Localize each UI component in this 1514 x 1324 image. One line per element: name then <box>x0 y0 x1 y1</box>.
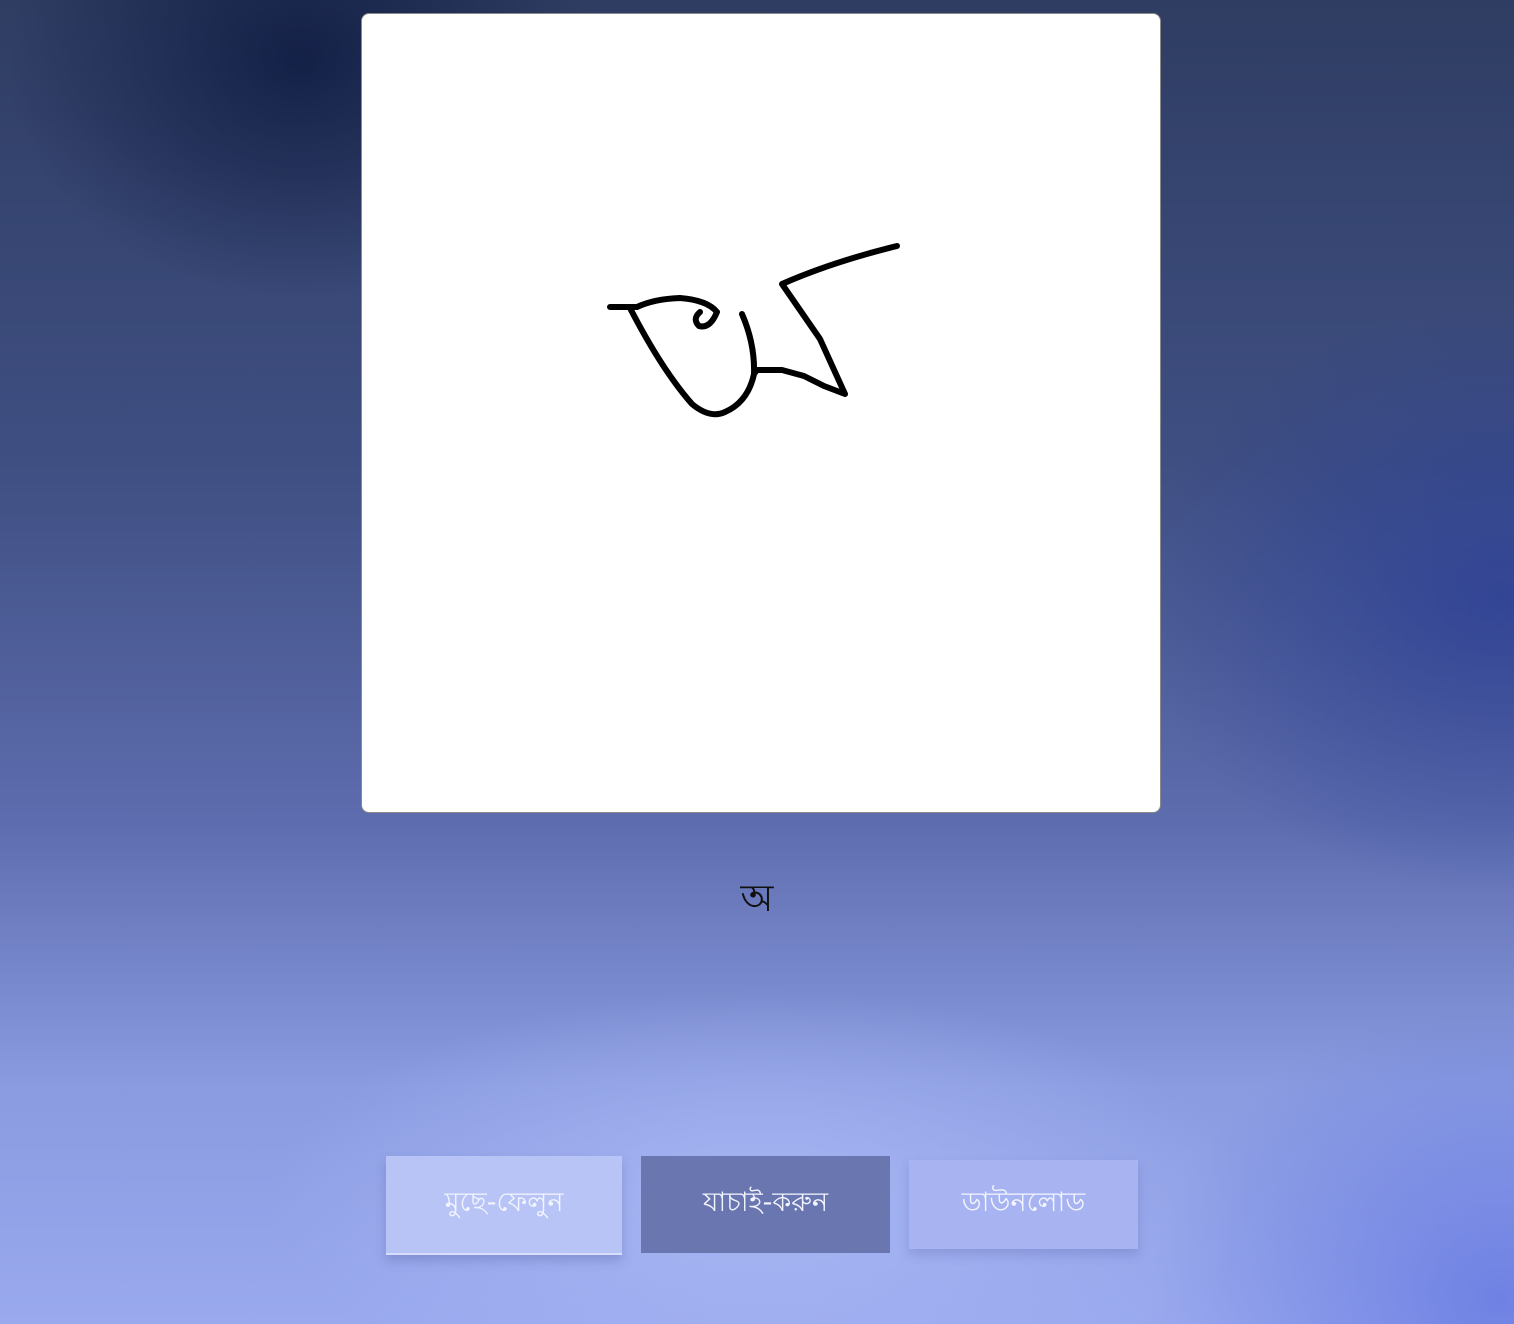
prediction-result: অ <box>740 876 774 920</box>
drawing-canvas[interactable] <box>361 13 1161 813</box>
download-button[interactable]: ডাউনলোড <box>909 1160 1138 1249</box>
clear-button[interactable]: মুছে-ফেলুন <box>386 1156 622 1255</box>
check-button[interactable]: যাচাই-করুন <box>641 1156 890 1253</box>
handwritten-stroke-layer <box>607 243 900 418</box>
handwritten-stroke <box>607 243 900 418</box>
